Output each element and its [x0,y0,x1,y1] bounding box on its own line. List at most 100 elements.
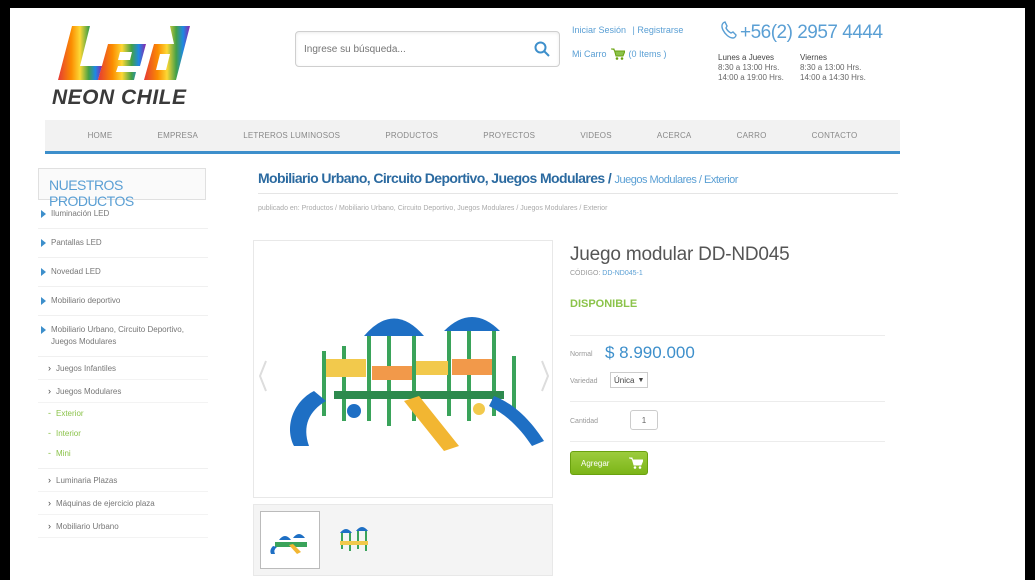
caret-right-icon: › [48,498,51,508]
phone-icon [721,21,737,39]
sidebar-subitem-juegos-modulares[interactable]: › Juegos Modulares [38,380,208,403]
sidebar-subsubitem-exterior[interactable]: - Exterior [38,403,208,423]
sidebar-title: NUESTROS PRODUCTOS [38,168,206,209]
hours-morning: 8:30 a 13:00 Hrs. [718,63,780,72]
hours-morning: 8:30 a 13:00 Hrs. [800,63,862,72]
caret-right-icon: › [48,475,51,485]
hours-afternoon: 14:00 a 19:00 Hrs. [718,73,784,82]
arrow-right-icon [41,268,46,276]
product-name: Juego modular DD-ND045 [570,244,790,265]
sidebar-subsubitem-label: Exterior [56,408,84,418]
sidebar-item-mobiliario-deportivo[interactable]: Mobiliario deportivo [38,287,208,316]
hours-days: Lunes a Jueves [718,53,775,62]
register-link[interactable]: | Registrarse [633,25,684,35]
quantity-label: Cantidad [570,418,599,425]
variant-label: Variedad [570,378,598,385]
cart-icon [629,457,644,469]
cart-items-count[interactable]: (0 Items ) [629,49,667,59]
variant-select[interactable]: Única ▼ [610,372,649,388]
product-code: CÓDIGO: DD-ND045-1 [570,270,643,277]
thumbnail-1[interactable] [260,511,320,569]
sidebar-subitem-label: Juegos Infantiles [56,363,117,373]
sidebar-item-label: Novedad LED [51,267,101,276]
sidebar-item-label: Mobiliario Urbano, Circuito Deportivo, J… [51,325,184,346]
sidebar-subitem-label: Máquinas de ejercicio plaza [56,498,155,508]
code-label: CÓDIGO: [570,270,601,277]
search-box [295,31,560,67]
logo[interactable]: NEON CHILE [50,22,210,112]
divider [570,441,885,442]
nav-videos[interactable]: VIDEOS [580,131,611,140]
sidebar-subitem-label: Juegos Modulares [56,386,122,396]
availability-badge: DISPONIBLE [570,298,638,310]
sidebar-subitem-label: Luminaria Plazas [56,475,118,485]
arrow-right-icon [41,239,46,247]
page-title: Mobiliario Urbano, Circuito Deportivo, J… [258,170,738,186]
phone-number[interactable]: +56(2) 2957 4444 [740,22,883,44]
playground-thumbnail-icon [270,534,307,554]
dash-icon: - [48,448,51,458]
playground-image [258,317,550,451]
thumbnail-strip [253,504,553,576]
page-title-breadcrumb[interactable]: Juegos Modulares / Exterior [614,174,738,186]
cart-icon[interactable] [610,48,625,60]
sidebar-item-pantallas[interactable]: Pantallas LED [38,229,208,258]
add-to-cart-label: Agregar [581,458,610,468]
page: NEON CHILE Iniciar Sesión | Registrarse … [10,8,1025,580]
sidebar-subsubitem-interior[interactable]: - Interior [38,423,208,443]
page-title-bold: Mobiliario Urbano, Circuito Deportivo, J… [258,170,612,186]
sidebar-subitem-mobiliario-urbano[interactable]: › Mobiliario Urbano [38,515,208,538]
login-link[interactable]: Iniciar Sesión [572,25,626,35]
led-logo-icon [58,26,190,80]
sidebar-subitem-maquinas-ejercicio[interactable]: › Máquinas de ejercicio plaza [38,492,208,515]
cart-label[interactable]: Mi Carro [572,49,607,59]
caret-right-icon: › [48,521,51,531]
nav-acerca[interactable]: ACERCA [657,131,692,140]
nav-productos[interactable]: PRODUCTOS [385,131,438,140]
nav-carro[interactable]: CARRO [737,131,767,140]
divider [570,335,885,336]
chevron-left-icon [258,360,267,392]
search-input[interactable] [304,40,514,58]
divider [258,193,898,194]
chevron-right-icon [541,360,550,392]
logo-subtext: NEON CHILE [52,86,187,109]
sidebar-subitem-luminaria-plazas[interactable]: › Luminaria Plazas [38,469,208,492]
search-icon[interactable] [533,40,551,58]
code-value: DD-ND045-1 [602,270,643,277]
nav-letreros-luminosos[interactable]: LETREROS LUMINOSOS [243,131,340,140]
nav-contacto[interactable]: CONTACTO [812,131,858,140]
add-to-cart-button[interactable]: Agregar [570,451,648,475]
hours-afternoon: 14:00 a 14:30 Hrs. [800,73,866,82]
arrow-right-icon [41,210,46,218]
caret-right-icon: › [48,363,51,373]
nav-proyectos[interactable]: PROYECTOS [483,131,535,140]
business-hours-weekdays: Lunes a Jueves 8:30 a 13:00 Hrs. 14:00 a… [718,53,784,83]
hours-days: Viernes [800,53,827,62]
thumbnail-2[interactable] [326,511,386,569]
sidebar: NUESTROS PRODUCTOS Iluminación LED Panta… [38,168,208,538]
sidebar-item-label: Mobiliario deportivo [51,296,121,305]
arrow-right-icon [41,297,46,305]
product-categories: publicado en: Productos / Mobiliario Urb… [258,205,608,212]
account-links: Iniciar Sesión | Registrarse [572,25,687,35]
sidebar-subsubitem-label: Interior [56,428,81,438]
playground-thumbnail-icon [340,527,368,551]
dash-icon: - [48,428,51,438]
business-hours-friday: Viernes 8:30 a 13:00 Hrs. 14:00 a 14:30 … [800,53,866,83]
sidebar-subitem-juegos-infantiles[interactable]: › Juegos Infantiles [38,357,208,380]
main-nav: HOME EMPRESA LETREROS LUMINOSOS PRODUCTO… [45,120,900,154]
nav-empresa[interactable]: EMPRESA [158,131,199,140]
sidebar-item-label: Iluminación LED [51,209,110,218]
dropdown-arrow-icon: ▼ [637,376,645,384]
cart-summary[interactable]: Mi Carro (0 Items ) [572,48,667,60]
nav-home[interactable]: HOME [88,131,113,140]
product-image[interactable] [253,240,553,498]
quantity-input[interactable] [630,410,658,430]
sidebar-item-label: Pantallas LED [51,238,102,247]
caret-right-icon: › [48,386,51,396]
sidebar-item-mobiliario-urbano[interactable]: Mobiliario Urbano, Circuito Deportivo, J… [38,316,208,357]
sidebar-subsubitem-mini[interactable]: - Mini [38,443,208,469]
product-price: $ 8.990.000 [605,343,695,362]
sidebar-item-novedad[interactable]: Novedad LED [38,258,208,287]
